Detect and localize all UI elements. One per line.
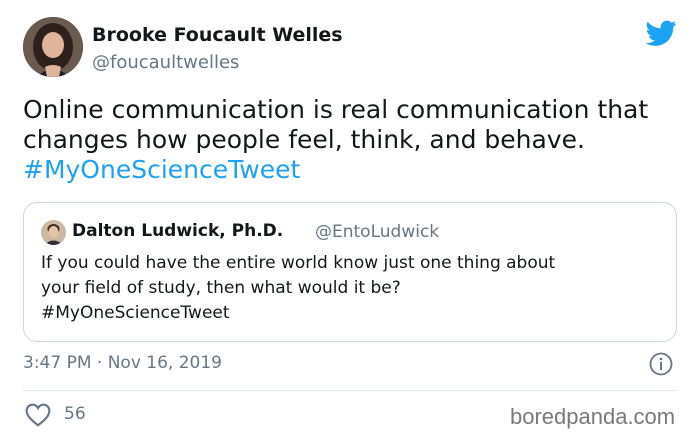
- quoted-author-name[interactable]: Dalton Ludwick, Ph.D.: [72, 221, 283, 241]
- author-name[interactable]: Brooke Foucault Welles: [92, 24, 343, 46]
- info-icon[interactable]: [649, 352, 673, 376]
- author-handle[interactable]: @foucaultwelles: [92, 52, 239, 73]
- twitter-bird-icon[interactable]: [646, 20, 677, 47]
- tweet-timestamp[interactable]: 3:47 PM · Nov 16, 2019: [23, 353, 222, 373]
- hashtag-link[interactable]: #MyOneScienceTweet: [23, 155, 683, 185]
- tweet-text: Online communication is real communicati…: [23, 95, 683, 185]
- quoted-tweet-text: If you could have the entire world know …: [41, 251, 555, 326]
- quoted-hashtag[interactable]: #MyOneScienceTweet: [41, 301, 555, 326]
- quoted-author-handle[interactable]: @EntoLudwick: [315, 222, 439, 242]
- tweet-text-line: changes how people feel, think, and beha…: [23, 125, 585, 154]
- quoted-tweet[interactable]: Dalton Ludwick, Ph.D. @EntoLudwick If yo…: [23, 202, 677, 342]
- watermark: boredpanda.com: [510, 404, 676, 429]
- quoted-text-line: If you could have the entire world know …: [41, 253, 556, 273]
- avatar-image: [23, 17, 83, 77]
- quoted-text-line: your field of study, then what would it …: [41, 278, 401, 298]
- like-count: 56: [64, 404, 86, 424]
- tweet-text-line: Online communication is real communicati…: [23, 95, 649, 124]
- quoted-avatar-image: [41, 220, 66, 245]
- heart-icon[interactable]: [25, 403, 51, 427]
- quoted-author-avatar[interactable]: [41, 220, 66, 245]
- author-avatar[interactable]: [23, 17, 83, 77]
- divider: [23, 390, 677, 391]
